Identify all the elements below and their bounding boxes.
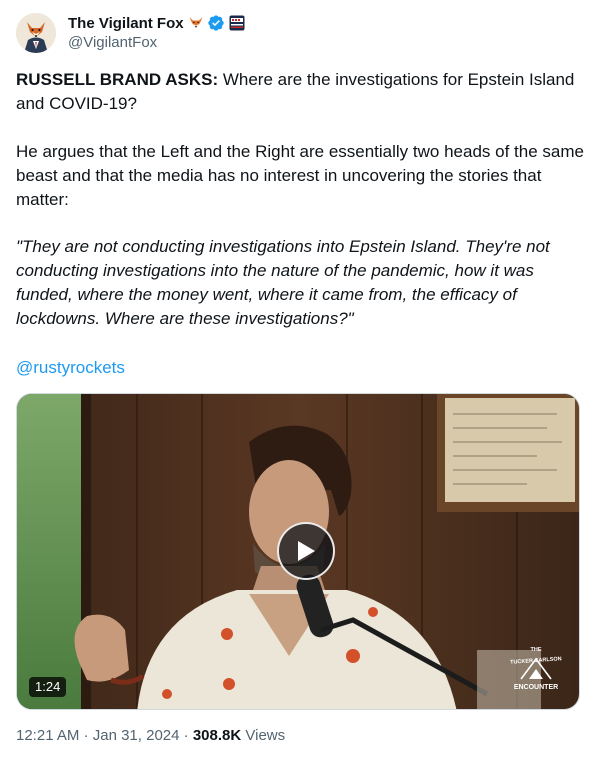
views-count: 308.8K [192, 727, 242, 744]
author-handle[interactable]: @VigilantFox [68, 33, 245, 53]
badge-bottom-text: ENCOUNTER [514, 684, 558, 691]
avatar[interactable] [16, 13, 56, 53]
verified-badge-icon[interactable] [207, 14, 225, 32]
tweet-time: 12:21 AM [16, 727, 80, 744]
meta-separator: · [83, 727, 89, 744]
affiliate-badge-icon[interactable] [229, 15, 245, 31]
video-duration: 1:24 [29, 677, 67, 697]
tweet-header: The Vigilant Fox @VigilantFox [16, 12, 576, 54]
display-name[interactable]: The Vigilant Fox [68, 15, 184, 32]
tweet-card: The Vigilant Fox @VigilantFox RUSSELL BR… [0, 0, 611, 764]
name-row: The Vigilant Fox [68, 13, 245, 33]
tweet-meta: 12:21 AM · Jan 31, 2024 · 308.8K Views [16, 726, 285, 746]
tweet-text-mention-line: @rustyrockets [16, 356, 586, 380]
video-player[interactable]: 1:24 THE TUCKER CARLSON ENCOUNTER [16, 393, 580, 710]
tucker-encounter-logo-icon: THE TUCKER CARLSON ENCOUNTER [510, 647, 562, 691]
tweet-text-lead: RUSSELL BRAND ASKS: Where are the invest… [16, 68, 586, 116]
views-label: Views [245, 727, 286, 744]
badge-top-text: THE [531, 647, 542, 653]
meta-separator-2: · [183, 727, 189, 744]
play-button[interactable] [277, 522, 335, 580]
tweet-time-link[interactable]: 12:21 AM · Jan 31, 2024 [16, 727, 179, 744]
tweet-date: Jan 31, 2024 [92, 727, 180, 744]
tweet-text-quote: "They are not conducting investigations … [16, 237, 550, 328]
tweet-text-paragraph-2: He argues that the Left and the Right ar… [16, 142, 584, 209]
badge-arc-text: TUCKER CARLSON [510, 656, 562, 666]
play-icon [298, 541, 315, 561]
fox-emoji-icon [188, 15, 204, 31]
lead-bold-text: RUSSELL BRAND ASKS: [16, 70, 219, 89]
mention-link[interactable]: @rustyrockets [16, 358, 125, 377]
author-names: The Vigilant Fox @VigilantFox [68, 13, 245, 53]
